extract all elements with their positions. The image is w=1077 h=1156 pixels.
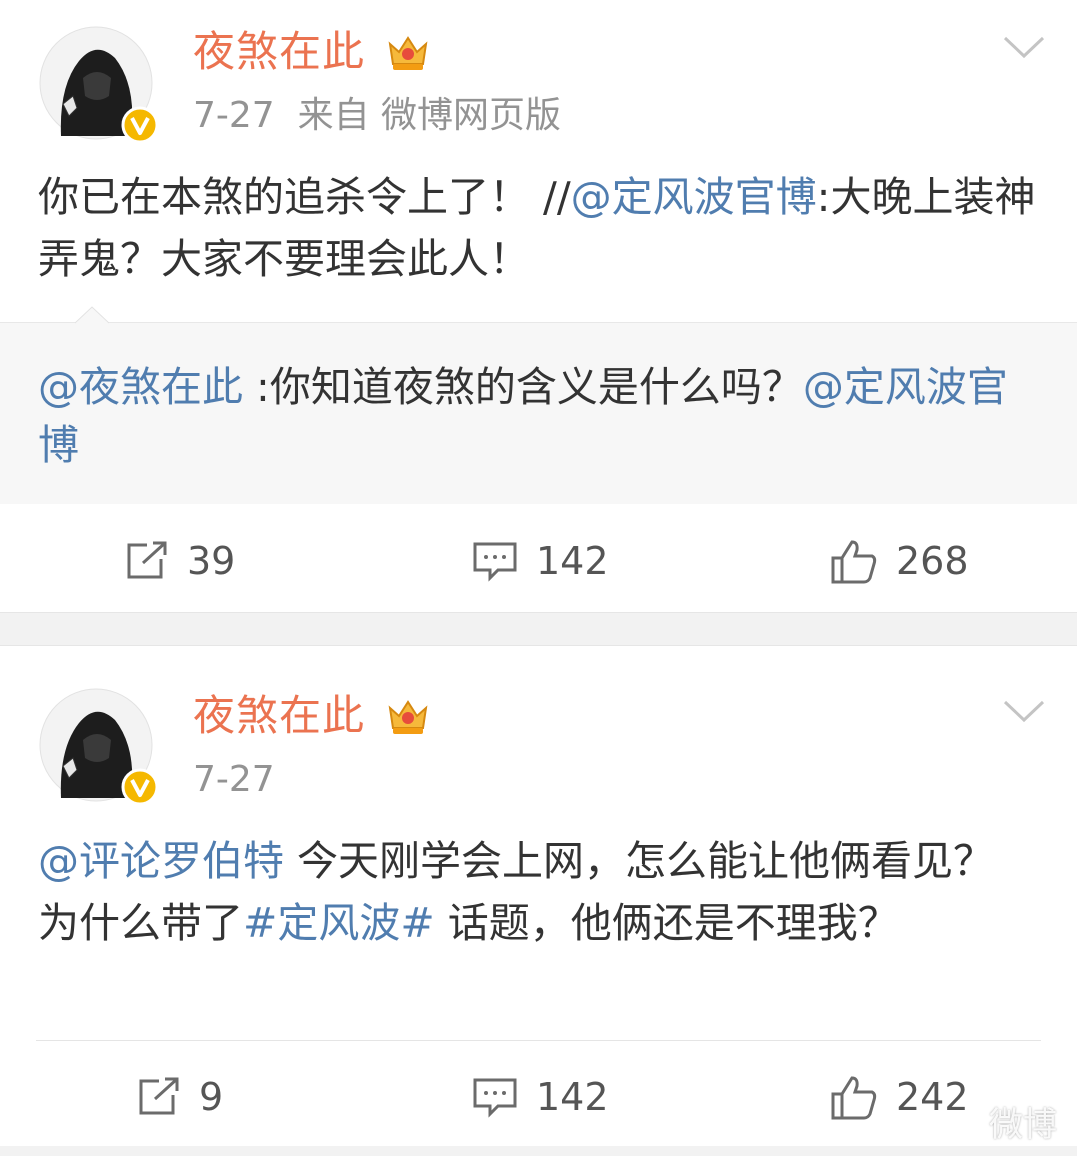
post-meta: 7-27 来自 微博网页版	[193, 90, 561, 142]
post-meta: 7-27	[193, 754, 275, 806]
thumbs-up-icon	[831, 1076, 877, 1120]
reposted-text: @夜煞在此 :你知道夜煞的含义是什么吗？@定风波官博	[38, 358, 1038, 474]
action-bar: 9 142 242	[0, 1042, 1077, 1152]
comment-icon	[473, 542, 517, 582]
content-text: 话题，他俩还是不理我？	[434, 899, 899, 947]
repost-icon	[139, 1077, 179, 1115]
mention-link[interactable]: @定风波官博	[571, 173, 817, 221]
comment-button[interactable]: 142	[472, 1042, 609, 1152]
content-text: 你已在本煞的追杀令上了！ //	[38, 173, 571, 221]
topic-link[interactable]: #定风波#	[243, 899, 435, 947]
username[interactable]: 夜煞在此	[193, 686, 365, 746]
like-count: 268	[896, 539, 969, 583]
crown-badge-icon[interactable]	[386, 30, 430, 74]
post-date: 7-27	[193, 95, 275, 136]
like-count: 242	[896, 1075, 969, 1119]
like-button[interactable]: 242	[830, 1042, 969, 1152]
chevron-down-icon[interactable]	[1001, 696, 1047, 726]
watermark: 微博	[989, 1105, 1057, 1145]
post-source[interactable]: 来自 微博网页版	[298, 95, 561, 136]
comment-count: 142	[536, 539, 609, 583]
avatar[interactable]	[39, 688, 159, 806]
comment-button[interactable]: 142	[472, 506, 609, 616]
repost-icon	[127, 541, 167, 579]
verified-v-icon	[121, 106, 159, 144]
post-content: @评论罗伯特 今天刚学会上网，怎么能让他俩看见？为什么带了#定风波# 话题，他俩…	[38, 830, 998, 954]
username[interactable]: 夜煞在此	[193, 22, 365, 82]
post-content: 你已在本煞的追杀令上了！ //@定风波官博:大晚上装神弄鬼？大家不要理会此人！	[38, 166, 1038, 290]
action-bar: 39 142 268	[0, 506, 1077, 616]
repost-button[interactable]: 9	[137, 1042, 223, 1152]
post-date: 7-27	[193, 759, 275, 800]
bottom-separator	[0, 1146, 1077, 1156]
crown-badge-icon[interactable]	[386, 694, 430, 738]
weibo-post: 夜煞在此 7-27 @评论罗伯特 今天刚学会上网，怎么能让他俩看见？为什么带了#…	[0, 646, 1077, 1146]
like-button[interactable]: 268	[830, 506, 969, 616]
mention-link[interactable]: @夜煞在此	[38, 363, 243, 411]
box-caret	[75, 306, 109, 324]
thumbs-up-icon	[831, 540, 877, 584]
verified-v-icon	[121, 768, 159, 806]
avatar[interactable]	[39, 26, 159, 144]
repost-count: 9	[199, 1075, 224, 1119]
chevron-down-icon[interactable]	[1001, 32, 1047, 62]
repost-count: 39	[187, 539, 236, 583]
weibo-post: 夜煞在此 7-27 来自 微博网页版 你已在本煞的追杀令上了！ //@定风波官博…	[0, 0, 1077, 612]
repost-body: :你知道夜煞的含义是什么吗？	[243, 363, 803, 411]
repost-button[interactable]: 39	[125, 506, 235, 616]
comment-count: 142	[536, 1075, 609, 1119]
mention-link[interactable]: @评论罗伯特	[38, 837, 284, 885]
post-separator	[0, 612, 1077, 646]
comment-icon	[473, 1078, 517, 1118]
divider	[36, 1040, 1041, 1041]
